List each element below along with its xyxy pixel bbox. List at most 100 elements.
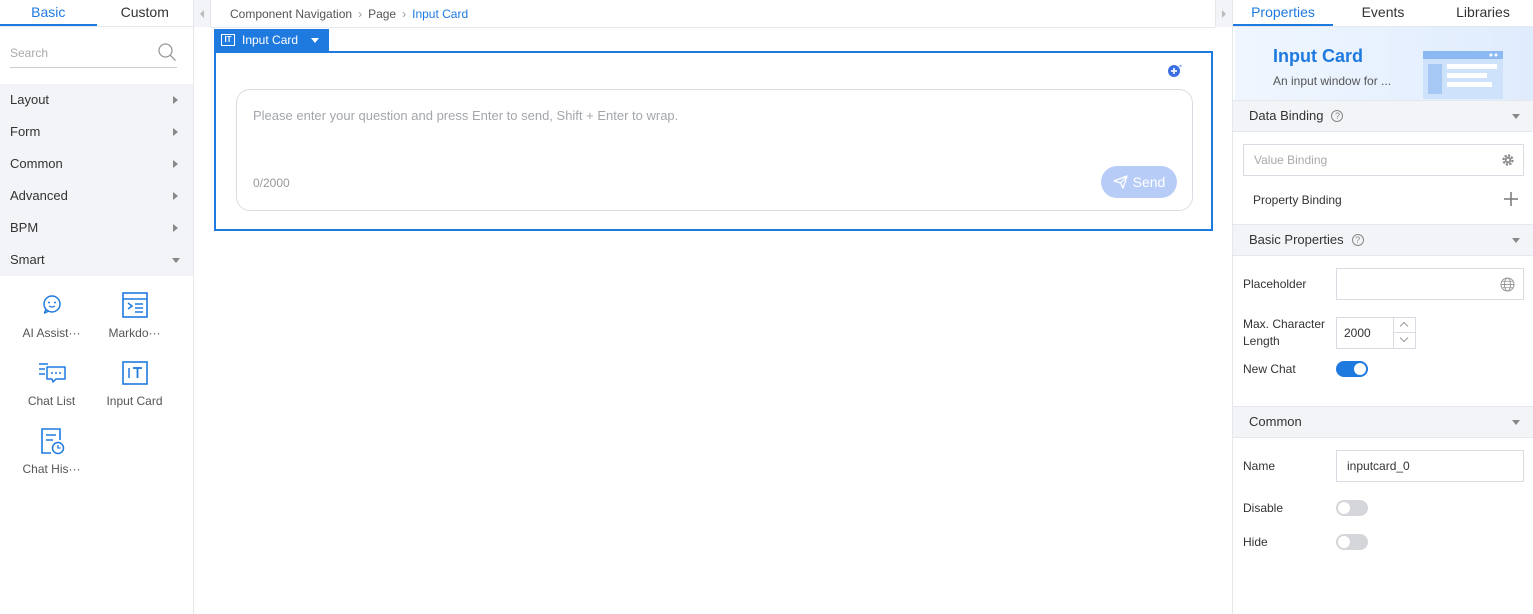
search-icon[interactable] [157, 42, 177, 62]
component-label: AI Assist··· [22, 326, 81, 340]
tab-basic[interactable]: Basic [0, 0, 97, 26]
category-form[interactable]: Form [0, 116, 193, 148]
hide-row: Hide [1233, 534, 1533, 550]
new-chat-row: New Chat [1233, 361, 1533, 377]
placeholder-field [1336, 268, 1524, 300]
value-binding-field [1243, 144, 1524, 176]
category-label: Advanced [10, 188, 68, 203]
component-search [10, 40, 177, 68]
new-chat-label: New Chat [1243, 361, 1296, 376]
component-banner: Input Card An input window for ... [1235, 27, 1533, 100]
max-length-input[interactable] [1337, 318, 1387, 348]
gear-icon[interactable] [1501, 153, 1515, 167]
disable-toggle[interactable] [1336, 500, 1368, 516]
category-label: Smart [10, 252, 45, 267]
divider [211, 27, 1215, 28]
section-title: Basic Properties [1249, 232, 1344, 247]
category-label: Layout [10, 92, 50, 107]
component-label: Chat List [27, 394, 76, 408]
name-field [1336, 450, 1524, 482]
breadcrumb-current: Input Card [412, 6, 469, 21]
input-card[interactable]: Please enter your question and press Ent… [236, 89, 1193, 211]
search-input[interactable] [10, 40, 140, 66]
toggle-knob [1338, 502, 1350, 514]
input-card-placeholder[interactable]: Please enter your question and press Ent… [253, 108, 678, 123]
category-common[interactable]: Common [0, 148, 193, 180]
caret-down-icon [172, 258, 180, 263]
section-data-binding[interactable]: Data Binding ? [1233, 100, 1533, 132]
stepper-down-icon[interactable] [1394, 333, 1415, 348]
disable-row: Disable [1233, 500, 1533, 516]
property-binding-row: Property Binding [1233, 176, 1533, 224]
caret-left-icon [200, 10, 204, 18]
value-binding-input[interactable] [1244, 145, 1464, 175]
chevron-down-icon [1512, 238, 1520, 243]
breadcrumb-item[interactable]: Page [368, 1, 396, 27]
section-title: Data Binding [1249, 108, 1324, 123]
component-grid: AI Assist··· Markdo··· Chat List Input C… [0, 276, 193, 476]
component-label: Markdo··· [108, 326, 161, 340]
new-chat-toggle[interactable] [1336, 361, 1368, 377]
name-label: Name [1243, 458, 1276, 473]
category-label: BPM [10, 220, 39, 235]
help-icon[interactable]: ? [1351, 234, 1364, 246]
send-icon [1112, 175, 1128, 189]
markdown-icon [121, 292, 148, 318]
hide-label: Hide [1243, 534, 1268, 549]
category-bpm[interactable]: BPM [0, 212, 193, 244]
component-ai-assistant[interactable]: AI Assist··· [10, 290, 93, 340]
tab-events[interactable]: Events [1333, 0, 1433, 26]
hide-toggle[interactable] [1336, 534, 1368, 550]
design-canvas: Component Navigation › Page › Input Card… [194, 0, 1232, 614]
plus-icon[interactable] [1504, 192, 1518, 206]
banner-title: Input Card [1273, 46, 1363, 66]
component-chat-history[interactable]: Chat His··· [10, 426, 93, 476]
placeholder-row: Placeholder [1233, 268, 1533, 300]
category-layout[interactable]: Layout [0, 84, 193, 116]
breadcrumb-item[interactable]: Component Navigation [230, 1, 352, 27]
name-input[interactable] [1337, 451, 1517, 481]
component-label: Chat His··· [22, 462, 81, 476]
help-icon[interactable]: ? [1331, 110, 1344, 122]
component-label: Input Card [106, 394, 163, 408]
component-panel: Basic Custom Layout Form Common Advanced… [0, 0, 194, 614]
chevron-right-icon: › [402, 6, 407, 21]
section-common[interactable]: Common [1233, 406, 1533, 438]
add-icon[interactable] [1167, 63, 1183, 79]
tab-libraries[interactable]: Libraries [1433, 0, 1533, 26]
component-chat-list[interactable]: Chat List [10, 358, 93, 408]
stepper-up-icon[interactable] [1394, 318, 1415, 333]
chevron-down-icon [1512, 114, 1520, 119]
collapse-right-panel-handle[interactable] [1215, 0, 1232, 27]
caret-right-icon [173, 128, 178, 136]
banner-description: An input window for ... [1273, 74, 1392, 88]
tab-custom[interactable]: Custom [97, 0, 194, 26]
category-advanced[interactable]: Advanced [0, 180, 193, 212]
selected-component-tag[interactable]: IT Input Card [214, 29, 330, 51]
component-markdown[interactable]: Markdo··· [93, 290, 176, 340]
category-label: Form [10, 124, 41, 139]
send-button[interactable]: Send [1101, 166, 1177, 198]
category-label: Common [10, 156, 63, 171]
caret-right-icon [173, 96, 178, 104]
chevron-down-icon [1512, 420, 1520, 425]
input-window-illustration-icon [1423, 51, 1503, 99]
placeholder-input[interactable] [1337, 269, 1487, 299]
collapse-left-panel-handle[interactable] [194, 0, 211, 27]
max-length-label: Max. Character Length [1243, 317, 1326, 348]
selected-component-frame[interactable]: Please enter your question and press Ent… [214, 51, 1213, 231]
stepper-buttons [1393, 318, 1415, 348]
tab-properties[interactable]: Properties [1233, 0, 1333, 26]
globe-icon[interactable] [1500, 277, 1515, 292]
name-row: Name [1233, 450, 1533, 482]
max-length-stepper [1336, 317, 1416, 349]
category-smart[interactable]: Smart [0, 244, 193, 276]
disable-label: Disable [1243, 500, 1284, 515]
category-list: Layout Form Common Advanced BPM Smart [0, 84, 193, 276]
property-binding-label: Property Binding [1253, 193, 1342, 207]
max-length-row: Max. Character Length [1233, 317, 1533, 349]
section-basic-properties[interactable]: Basic Properties ? [1233, 224, 1533, 256]
property-tabs: Properties Events Libraries [1233, 0, 1533, 27]
component-input-card[interactable]: Input Card [93, 358, 176, 408]
breadcrumb: Component Navigation › Page › Input Card [230, 0, 468, 27]
